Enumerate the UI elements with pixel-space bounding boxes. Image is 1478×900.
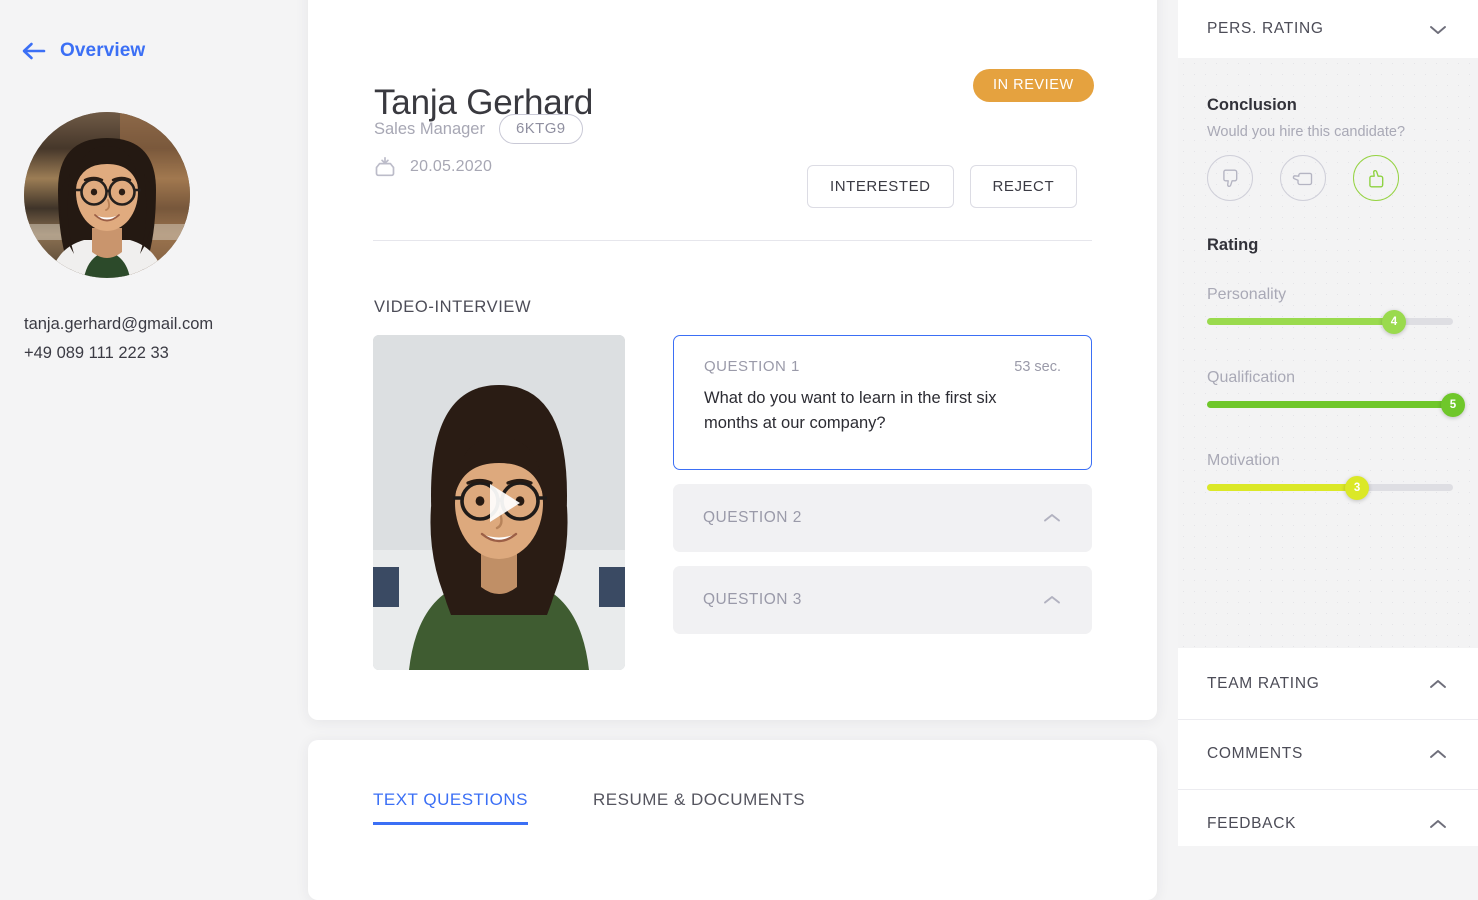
accordion-title: PERS. RATING (1207, 20, 1324, 37)
rating-heading: Rating (1207, 236, 1259, 254)
divider (1178, 719, 1478, 720)
chevron-up-icon[interactable] (1042, 594, 1062, 606)
candidate-code-chip[interactable]: 6KTG9 (498, 114, 583, 144)
play-icon (490, 483, 520, 522)
thumbs-sideways-icon (1292, 172, 1312, 185)
bottom-tab-bar: TEXT QUESTIONS RESUME & DOCUMENTS (373, 790, 805, 825)
arrow-left-icon (22, 42, 46, 60)
action-buttons: INTERESTED REJECT (807, 165, 1078, 208)
slider-knob[interactable]: 3 (1345, 475, 1370, 500)
slider-track[interactable]: 3 (1207, 475, 1453, 500)
thumbs-down-icon (1222, 169, 1237, 187)
chevron-up-icon[interactable] (1428, 818, 1448, 831)
back-to-overview-link[interactable]: Overview (22, 40, 145, 62)
question-label: QUESTION 1 (704, 358, 800, 375)
status-badge: IN REVIEW (973, 69, 1094, 102)
slider-track[interactable]: 5 (1207, 392, 1465, 417)
question-card-active[interactable]: QUESTION 1 53 sec. What do you want to l… (673, 335, 1092, 470)
thumbs-down-button[interactable] (1207, 155, 1253, 201)
video-interview-heading: VIDEO-INTERVIEW (374, 298, 532, 316)
thumbs-up-button[interactable] (1353, 155, 1399, 201)
slider-label: Personality (1207, 286, 1287, 303)
divider (373, 240, 1092, 241)
slider-label: Qualification (1207, 369, 1296, 386)
avatar-image (24, 112, 190, 278)
chevron-up-icon[interactable] (1042, 512, 1062, 524)
conclusion-options (1207, 155, 1399, 201)
tab-resume-documents[interactable]: RESUME & DOCUMENTS (593, 790, 805, 822)
accordion-pers-rating[interactable]: PERS. RATING (1178, 0, 1478, 58)
candidate-role: Sales Manager (374, 119, 485, 138)
candidate-email: tanja.gerhard@gmail.com (24, 315, 214, 333)
accordion-title: FEEDBACK (1207, 815, 1297, 832)
video-player-thumbnail[interactable] (373, 335, 625, 670)
question-header: QUESTION 1 53 sec. (704, 358, 1061, 375)
tab-text-questions[interactable]: TEXT QUESTIONS (373, 790, 528, 825)
question-card-collapsed[interactable]: QUESTION 2 (673, 484, 1092, 552)
question-card-collapsed[interactable]: QUESTION 3 (673, 566, 1092, 634)
slider-motivation: Motivation 3 (1207, 452, 1453, 500)
question-label: QUESTION 2 (703, 509, 802, 526)
accordion-title: TEAM RATING (1207, 675, 1320, 692)
divider (1178, 789, 1478, 790)
chevron-up-icon[interactable] (1428, 748, 1448, 761)
thumbs-sideways-button[interactable] (1280, 155, 1326, 201)
application-date: 20.05.2020 (410, 158, 493, 175)
slider-qualification: Qualification 5 (1207, 369, 1465, 417)
interested-button[interactable]: INTERESTED (807, 165, 954, 208)
question-duration: 53 sec. (1014, 359, 1061, 375)
reject-button[interactable]: REJECT (969, 165, 1078, 208)
slider-fill (1207, 484, 1358, 491)
contact-info: tanja.gerhard@gmail.com +49 089 111 222 … (24, 310, 213, 368)
chevron-up-icon[interactable] (1428, 678, 1448, 691)
accordion-team-rating[interactable]: TEAM RATING (1178, 655, 1478, 713)
slider-label: Motivation (1207, 452, 1280, 469)
left-sidebar: Overview tanja.gerhard@gmail.com +49 089… (0, 0, 284, 846)
back-link-label: Overview (60, 40, 146, 61)
accordion-comments[interactable]: COMMENTS (1178, 725, 1478, 783)
candidate-phone: +49 089 111 222 33 (24, 344, 169, 362)
avatar (24, 112, 190, 278)
slider-fill (1207, 401, 1453, 408)
chevron-down-icon[interactable] (1428, 23, 1448, 36)
slider-track[interactable]: 4 (1207, 309, 1453, 334)
right-sidebar: PERS. RATING Conclusion Would you hire t… (1178, 0, 1478, 846)
role-row: Sales Manager 6KTG9 (374, 114, 583, 144)
slider-personality: Personality 4 (1207, 286, 1453, 334)
question-label: QUESTION 3 (703, 591, 802, 608)
slider-knob[interactable]: 4 (1381, 309, 1406, 334)
conclusion-question: Would you hire this candidate? (1207, 124, 1406, 140)
conclusion-heading: Conclusion (1207, 96, 1297, 114)
accordion-title: COMMENTS (1207, 745, 1304, 762)
slider-fill (1207, 318, 1394, 325)
question-text: What do you want to learn in the first s… (704, 389, 997, 432)
accordion-feedback[interactable]: FEEDBACK (1178, 795, 1478, 853)
pers-rating-body: Conclusion Would you hire this candidate… (1178, 58, 1478, 648)
slider-knob[interactable]: 5 (1441, 392, 1465, 417)
thumbs-up-icon (1368, 169, 1383, 187)
inbox-download-icon (375, 156, 395, 177)
application-date-row: 20.05.2020 (374, 156, 492, 178)
question-list: QUESTION 1 53 sec. What do you want to l… (673, 335, 1092, 634)
